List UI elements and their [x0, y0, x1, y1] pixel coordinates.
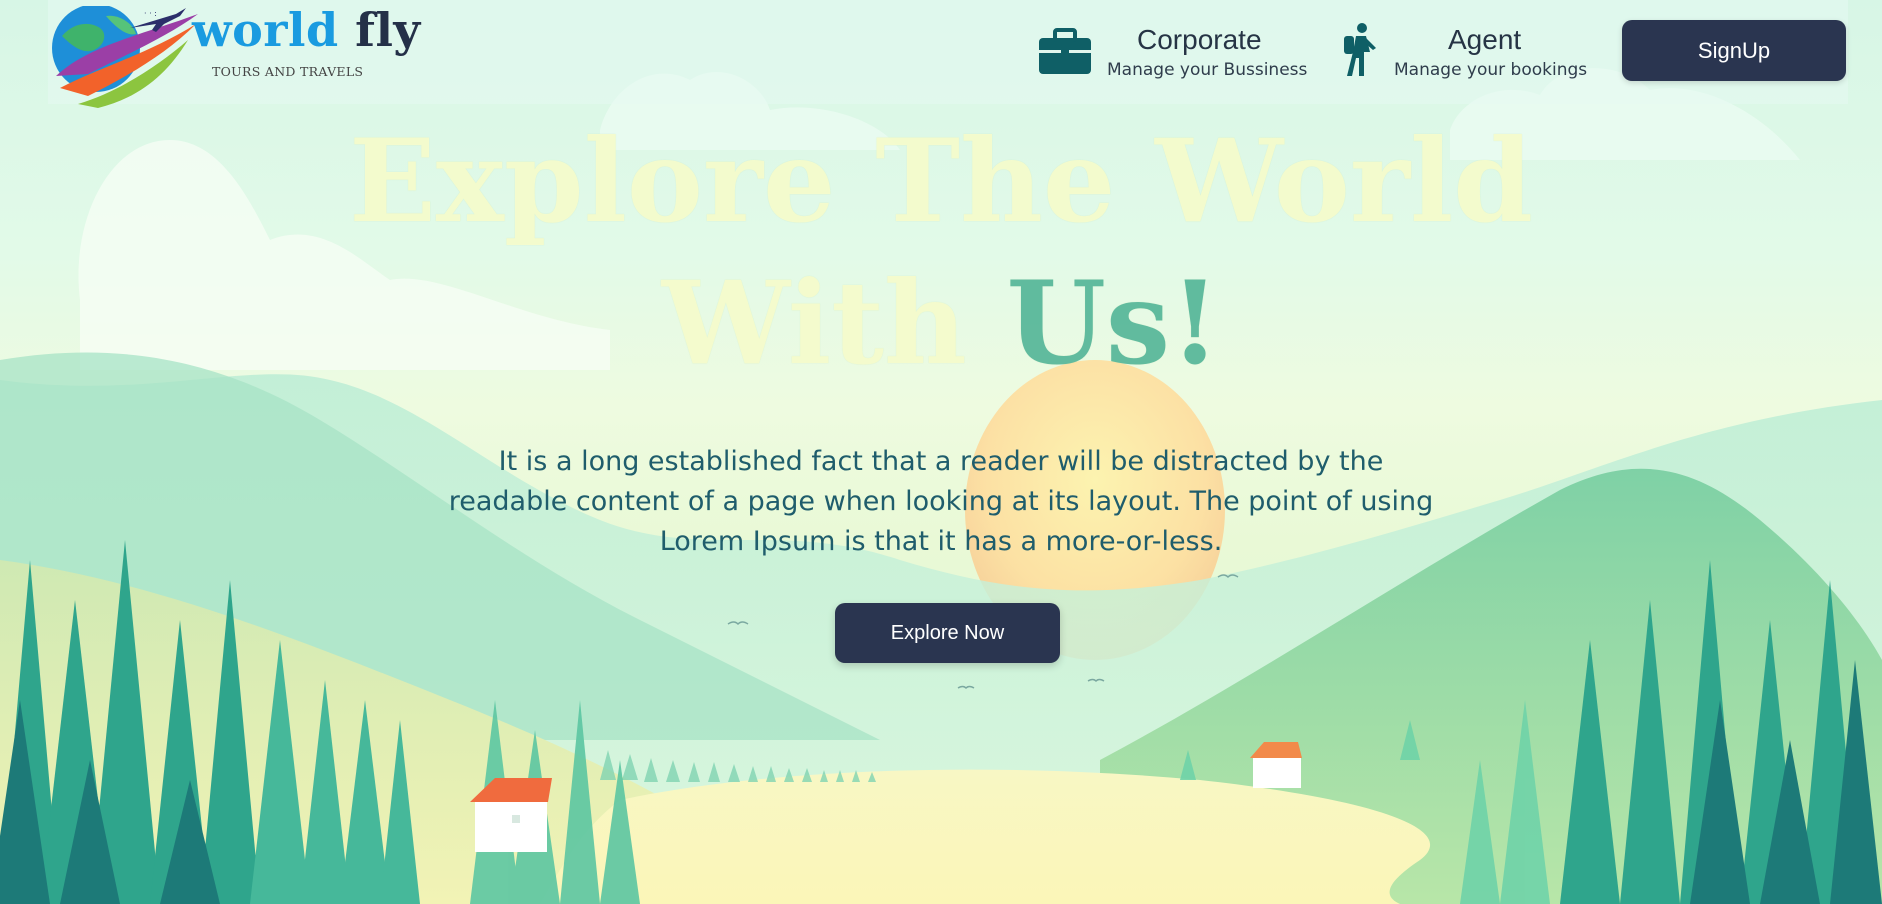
hero-description: It is a long established fact that a rea… — [448, 446, 1434, 557]
hero-title: Explore The World With Us! — [300, 110, 1582, 394]
nav-corporate-subtitle: Manage your Bussiness — [1107, 60, 1308, 80]
nav-corporate[interactable]: Corporate Manage your Bussiness — [1037, 18, 1307, 88]
nav-agent-title: Agent — [1448, 24, 1522, 55]
signup-button[interactable]: SignUp — [1622, 20, 1846, 81]
brand-name-part2: fly — [355, 3, 421, 57]
hero-title-line2-a: With — [661, 256, 1007, 390]
hero-title-line1: Explore The World — [349, 114, 1533, 248]
nav-agent[interactable]: Agent Manage your bookings — [1340, 18, 1587, 88]
hero-title-line2: With Us! — [300, 252, 1582, 394]
brand-name: world fly — [192, 7, 421, 53]
explore-now-button[interactable]: Explore Now — [835, 603, 1060, 663]
globe-plane-icon: · · : — [52, 6, 198, 108]
hiker-icon — [1344, 23, 1376, 76]
briefcase-icon — [1039, 28, 1091, 74]
brand-tagline: TOURS AND TRAVELS — [212, 64, 364, 79]
nav-agent-subtitle: Manage your bookings — [1394, 60, 1588, 80]
nav-corporate-title: Corporate — [1137, 24, 1262, 55]
brand-name-part1: world — [192, 3, 339, 57]
brand-logo[interactable]: · · : world fly TOURS AND TRAVELS — [48, 4, 420, 108]
svg-text:· · :: · · : — [144, 9, 157, 18]
hero-title-line2-b: Us! — [1006, 256, 1221, 390]
